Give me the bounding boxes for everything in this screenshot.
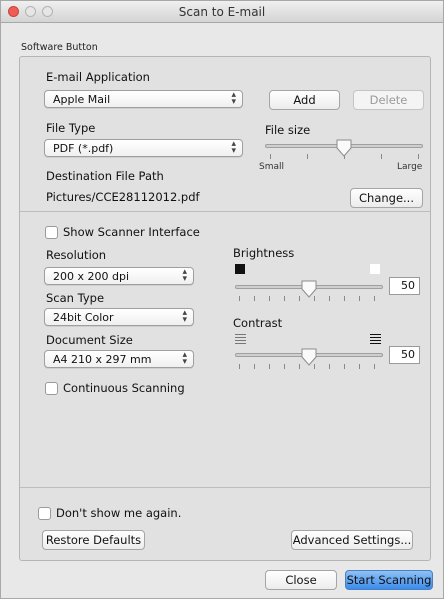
brightness-value-field[interactable]: 50 <box>389 277 420 295</box>
scan-type-value: 24bit Color <box>53 311 114 324</box>
file-type-label: File Type <box>46 121 96 135</box>
advanced-settings-button[interactable]: Advanced Settings... <box>291 530 413 550</box>
contrast-low-icon <box>235 334 246 344</box>
email-application-label: E-mail Application <box>46 70 150 84</box>
continuous-scanning-checkbox[interactable] <box>45 382 58 395</box>
file-type-popup[interactable]: PDF (*.pdf) ▴ ▾ <box>44 139 243 157</box>
resolution-label: Resolution <box>46 248 107 262</box>
file-size-min-label: Small <box>259 162 284 172</box>
document-size-popup[interactable]: A4 210 x 297 mm ▴ ▾ <box>44 350 194 368</box>
document-size-value: A4 210 x 297 mm <box>53 353 152 366</box>
section-divider-bottom <box>20 487 430 488</box>
destination-path: Pictures/CCE28112012.pdf <box>46 190 200 204</box>
contrast-label: Contrast <box>233 316 283 330</box>
scan-type-label: Scan Type <box>46 291 105 305</box>
continuous-scanning-label: Continuous Scanning <box>63 381 185 395</box>
popup-arrows-icon: ▴ ▾ <box>182 350 187 367</box>
file-type-value: PDF (*.pdf) <box>53 142 114 155</box>
section-divider-top <box>20 211 430 212</box>
email-application-popup[interactable]: Apple Mail ▴ ▾ <box>44 90 243 108</box>
brightness-light-icon <box>370 264 380 274</box>
scan-to-email-window: Scan to E-mail Software Button E-mail Ap… <box>0 0 444 599</box>
popup-arrows-icon: ▴ ▾ <box>182 308 187 325</box>
close-button[interactable]: Close <box>265 570 337 590</box>
email-application-value: Apple Mail <box>53 93 111 106</box>
file-size-max-label: Large <box>397 162 423 172</box>
document-size-label: Document Size <box>46 333 133 347</box>
group-label: Software Button <box>21 42 98 53</box>
popup-arrows-icon: ▴ ▾ <box>231 139 236 156</box>
destination-label: Destination File Path <box>46 169 164 183</box>
dont-show-again-label: Don't show me again. <box>56 506 182 520</box>
resolution-value: 200 x 200 dpi <box>53 270 130 283</box>
change-path-button[interactable]: Change... <box>350 188 423 208</box>
show-scanner-interface-checkbox[interactable] <box>45 226 58 239</box>
dont-show-again-checkbox[interactable] <box>38 507 51 520</box>
file-size-label: File size <box>265 123 311 137</box>
window-title: Scan to E-mail <box>178 5 266 19</box>
restore-defaults-button[interactable]: Restore Defaults <box>42 530 145 550</box>
brightness-label: Brightness <box>233 246 295 260</box>
brightness-dark-icon <box>235 264 245 274</box>
popup-arrows-icon: ▴ ▾ <box>182 267 187 284</box>
start-scanning-button[interactable]: Start Scanning <box>345 570 433 590</box>
contrast-high-icon <box>370 334 381 344</box>
popup-arrows-icon: ▴ ▾ <box>231 90 236 107</box>
title-bar: Scan to E-mail <box>1 1 443 23</box>
add-button[interactable]: Add <box>269 90 340 110</box>
delete-button[interactable]: Delete <box>353 90 424 110</box>
resolution-popup[interactable]: 200 x 200 dpi ▴ ▾ <box>44 267 194 285</box>
show-scanner-interface-label: Show Scanner Interface <box>63 225 200 239</box>
scan-type-popup[interactable]: 24bit Color ▴ ▾ <box>44 308 194 326</box>
contrast-value-field[interactable]: 50 <box>389 346 420 364</box>
